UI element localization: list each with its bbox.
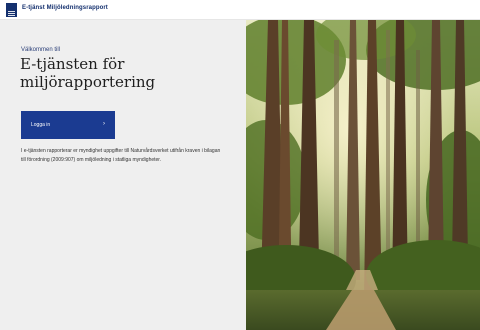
page-title: E-tjänsten för miljörapportering	[20, 55, 156, 91]
top-bar: E-tjänst Miljöledningsrapport	[0, 0, 480, 20]
login-button[interactable]: Logga in ›	[21, 111, 115, 139]
app-title[interactable]: E-tjänst Miljöledningsrapport	[22, 5, 108, 11]
login-button-label: Logga in	[31, 122, 51, 128]
chevron-right-icon: ›	[103, 121, 105, 127]
forest-photo	[246, 20, 480, 330]
welcome-text: Välkommen till	[21, 47, 61, 53]
authority-logo-icon[interactable]	[6, 3, 17, 17]
service-description: I e-tjänsten rapporterar er myndighet up…	[21, 148, 221, 163]
